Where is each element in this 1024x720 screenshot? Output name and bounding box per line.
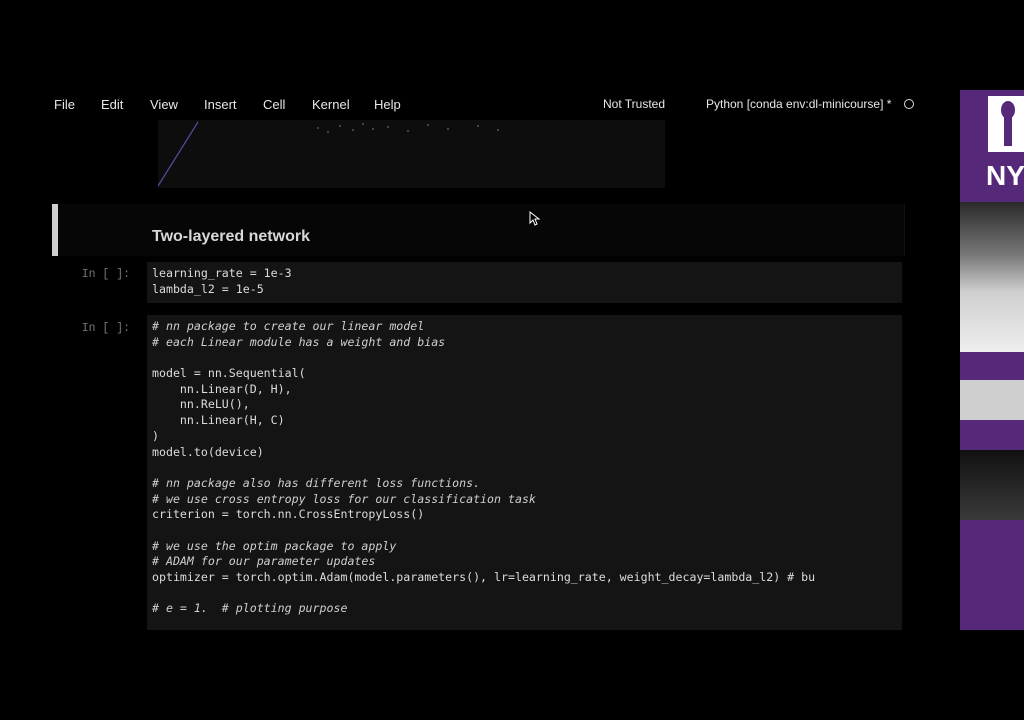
- menu-kernel[interactable]: Kernel: [312, 97, 350, 112]
- code-comment-line: # each Linear module has a weight and bi…: [152, 334, 446, 349]
- nyu-logo-text: NY: [986, 160, 1024, 191]
- code-line: criterion = torch.nn.CrossEntropyLoss(): [152, 507, 425, 522]
- code-cell[interactable]: learning_rate = 1e-3 lambda_l2 = 1e-5: [147, 262, 902, 303]
- code-comment-line: # nn package also has different loss fun…: [152, 475, 481, 490]
- menu-help[interactable]: Help: [374, 97, 401, 112]
- code-cell[interactable]: # nn package to create our linear model #…: [147, 315, 902, 630]
- cell-prompt: In [ ]:: [81, 268, 130, 281]
- menu-cell[interactable]: Cell: [263, 97, 285, 112]
- background-photo: [960, 450, 1024, 520]
- kernel-name[interactable]: Python [conda env:dl-minicourse] *: [706, 97, 891, 111]
- background-photo: [960, 380, 1024, 420]
- code-comment-line: # we use the optim package to apply: [152, 538, 397, 553]
- code-line: model = nn.Sequential(: [152, 366, 306, 381]
- menu-file[interactable]: File: [54, 97, 75, 112]
- menu-view[interactable]: View: [150, 97, 178, 112]
- code-line: lambda_l2 = 1e-5: [152, 281, 264, 296]
- previous-output-plot: [158, 120, 665, 188]
- mouse-cursor-icon: [529, 211, 541, 226]
- background-photo: [960, 202, 1024, 352]
- plot-graphic: [158, 121, 499, 187]
- code-line: model.to(device): [152, 444, 264, 459]
- code-editor[interactable]: learning_rate = 1e-3 lambda_l2 = 1e-5: [147, 262, 902, 297]
- menu-edit[interactable]: Edit: [101, 97, 123, 112]
- code-line: optimizer = torch.optim.Adam(model.param…: [152, 570, 816, 584]
- code-editor[interactable]: # nn package to create our linear model #…: [147, 315, 902, 617]
- section-heading: Two-layered network: [152, 228, 310, 245]
- kernel-idle-icon: [904, 99, 914, 109]
- code-comment-line: # nn package to create our linear model: [152, 319, 425, 333]
- menu-insert[interactable]: Insert: [204, 97, 237, 112]
- code-line: nn.Linear(H, C): [152, 413, 285, 428]
- nyu-torch-logo: [988, 96, 1024, 152]
- notebook-menubar: File Edit View Insert Cell Kernel Help N…: [0, 92, 930, 118]
- code-line: nn.Linear(D, H),: [152, 381, 292, 396]
- selected-cell-indicator: [52, 204, 58, 256]
- nyu-branding-panel: NY: [960, 90, 1024, 630]
- code-comment-line: # ADAM for our parameter updates: [152, 554, 376, 569]
- code-line: ): [152, 428, 159, 443]
- markdown-cell[interactable]: Two-layered network: [52, 204, 905, 256]
- code-comment-line: # we use cross entropy loss for our clas…: [152, 491, 536, 506]
- trust-status-button[interactable]: Not Trusted: [603, 97, 665, 111]
- cell-prompt: In [ ]:: [81, 322, 130, 335]
- code-line: learning_rate = 1e-3: [152, 266, 292, 280]
- code-line: nn.ReLU(),: [152, 397, 250, 412]
- torch-icon: [1001, 101, 1015, 146]
- code-comment-line: # e = 1. # plotting purpose: [152, 601, 348, 616]
